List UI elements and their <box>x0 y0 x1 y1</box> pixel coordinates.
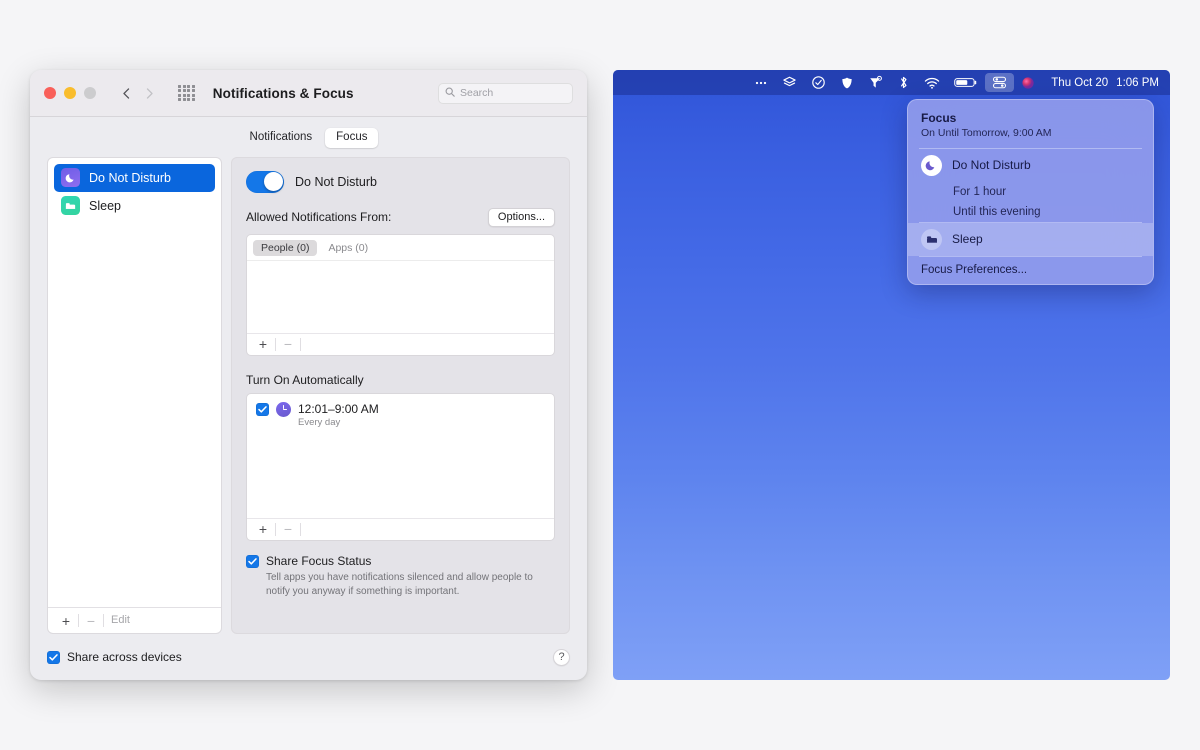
traffic-lights <box>44 87 96 99</box>
tab-apps[interactable]: Apps (0) <box>320 240 376 256</box>
desktop: Thu Oct 20 1:06 PM Focus On Until Tomorr… <box>613 70 1170 680</box>
focus-detail-panel: Do Not Disturb Allowed Notifications Fro… <box>231 157 570 634</box>
forward-chevron-icon <box>141 85 158 102</box>
battery-icon[interactable] <box>947 73 985 92</box>
ellipsis-icon[interactable] <box>747 73 775 92</box>
schedule-time: 12:01–9:00 AM <box>298 402 379 416</box>
toggle-label: Do Not Disturb <box>295 175 377 189</box>
focus-popover-item-label: Sleep <box>952 232 983 246</box>
share-focus-status-block: Share Focus Status Tell apps you have no… <box>246 541 555 599</box>
close-button[interactable] <box>44 87 56 99</box>
zoom-button[interactable] <box>84 87 96 99</box>
vpn-location-icon[interactable] <box>861 73 890 92</box>
tab-strip: Notifications Focus <box>30 117 587 157</box>
bed-icon <box>61 196 80 215</box>
schedule-checkbox[interactable] <box>256 403 269 416</box>
allowed-notifications-header: Allowed Notifications From: Options... <box>246 208 555 227</box>
menu-bar-date: Thu Oct 20 <box>1051 77 1108 89</box>
tab-focus[interactable]: Focus <box>325 128 378 148</box>
wifi-icon[interactable] <box>917 73 947 92</box>
bluetooth-icon[interactable] <box>890 73 917 92</box>
focus-popover-item-label: Do Not Disturb <box>952 158 1031 172</box>
share-focus-status-row[interactable]: Share Focus Status <box>246 554 555 568</box>
schedule-repeat: Every day <box>298 417 379 428</box>
edit-focus-button[interactable]: Edit <box>104 615 137 626</box>
siri-icon[interactable] <box>1014 73 1042 92</box>
do-not-disturb-toggle-row: Do Not Disturb <box>246 171 555 193</box>
focus-preferences-item[interactable]: Focus Preferences... <box>908 257 1153 277</box>
add-allowed-button[interactable]: + <box>251 337 275 351</box>
allowed-list-footer: + − <box>247 333 554 355</box>
window-titlebar: Notifications & Focus <box>30 70 587 117</box>
window-footer: Share across devices ? <box>30 634 587 680</box>
sidebar-footer: + − Edit <box>48 607 221 633</box>
focus-popover: Focus On Until Tomorrow, 9:00 AM Do Not … <box>907 99 1154 285</box>
remove-allowed-button[interactable]: − <box>276 337 300 351</box>
add-focus-button[interactable]: + <box>54 614 78 628</box>
remove-focus-button[interactable]: − <box>79 614 103 628</box>
checkmark-circle-icon[interactable] <box>804 73 833 92</box>
schedule-text: 12:01–9:00 AM Every day <box>298 402 379 428</box>
clock-icon <box>276 402 291 417</box>
schedule-listbox: 12:01–9:00 AM Every day + − <box>246 393 555 541</box>
help-button[interactable]: ? <box>553 649 570 666</box>
share-across-devices-label: Share across devices <box>67 650 182 664</box>
schedule-list-content[interactable]: 12:01–9:00 AM Every day <box>247 394 554 518</box>
switch-knob <box>264 172 283 191</box>
sidebar-item-do-not-disturb[interactable]: Do Not Disturb <box>54 164 215 192</box>
divider <box>300 523 301 536</box>
search-field[interactable] <box>438 83 573 104</box>
focus-popover-header: Focus On Until Tomorrow, 9:00 AM <box>908 108 1153 148</box>
turn-on-automatically-title: Turn On Automatically <box>246 373 555 387</box>
stacks-icon[interactable] <box>775 73 804 92</box>
menu-bar-clock[interactable]: Thu Oct 20 1:06 PM <box>1042 77 1159 89</box>
share-focus-status-checkbox[interactable] <box>246 555 259 568</box>
allowed-list-content[interactable] <box>247 261 554 333</box>
control-center-icon[interactable] <box>985 73 1014 92</box>
share-across-devices-row[interactable]: Share across devices <box>47 650 182 664</box>
shield-icon[interactable] <box>833 73 861 92</box>
schedule-row[interactable]: 12:01–9:00 AM Every day <box>247 394 554 428</box>
search-input[interactable] <box>460 87 566 99</box>
show-all-grid-icon[interactable] <box>178 85 195 102</box>
sidebar-item-sleep[interactable]: Sleep <box>54 192 215 220</box>
share-across-devices-checkbox[interactable] <box>47 651 60 664</box>
focus-popover-item-do-not-disturb[interactable]: Do Not Disturb <box>908 149 1153 182</box>
focus-popover-title: Focus <box>921 110 1140 126</box>
menu-bar-time: 1:06 PM <box>1116 77 1159 89</box>
add-schedule-button[interactable]: + <box>251 522 275 536</box>
nav-arrows <box>118 85 158 102</box>
moon-icon <box>61 168 80 187</box>
share-focus-status-label: Share Focus Status <box>266 554 371 568</box>
remove-schedule-button[interactable]: − <box>276 522 300 536</box>
focus-option-until-this-evening[interactable]: Until this evening <box>908 202 1153 222</box>
focus-sidebar: Do Not Disturb Sleep + − Edit <box>47 157 222 634</box>
search-icon <box>445 84 455 102</box>
moon-icon <box>921 155 942 176</box>
tab-people[interactable]: People (0) <box>253 240 317 256</box>
share-focus-status-description: Tell apps you have notifications silence… <box>266 571 555 599</box>
tab-notifications[interactable]: Notifications <box>239 128 324 148</box>
do-not-disturb-switch[interactable] <box>246 171 284 193</box>
page-title: Notifications & Focus <box>213 86 354 101</box>
focus-popover-status: On Until Tomorrow, 9:00 AM <box>921 126 1140 141</box>
sidebar-item-label: Do Not Disturb <box>89 171 171 185</box>
bed-icon <box>921 229 942 250</box>
focus-popover-item-sleep[interactable]: Sleep <box>908 223 1153 256</box>
tabs-segmented-control: Notifications Focus <box>239 128 379 148</box>
allowed-notifications-listbox: People (0) Apps (0) + − <box>246 234 555 356</box>
schedule-list-footer: + − <box>247 518 554 540</box>
system-preferences-window: Notifications & Focus Notifications Focu… <box>30 70 587 680</box>
divider <box>300 338 301 351</box>
allowed-notifications-title: Allowed Notifications From: <box>246 210 391 224</box>
preferences-body: Do Not Disturb Sleep + − Edit <box>30 157 587 634</box>
focus-option-for-1-hour[interactable]: For 1 hour <box>908 182 1153 202</box>
menu-bar: Thu Oct 20 1:06 PM <box>613 70 1170 95</box>
minimize-button[interactable] <box>64 87 76 99</box>
back-chevron-icon[interactable] <box>118 85 135 102</box>
focus-list: Do Not Disturb Sleep <box>48 158 221 607</box>
sidebar-item-label: Sleep <box>89 199 121 213</box>
options-button[interactable]: Options... <box>488 208 555 227</box>
allowed-tabs: People (0) Apps (0) <box>247 235 554 261</box>
